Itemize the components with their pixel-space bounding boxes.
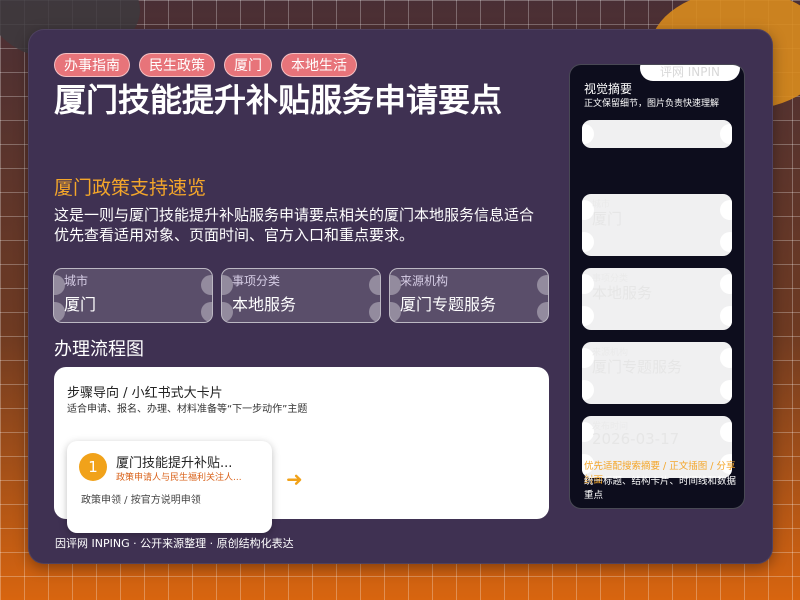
panel-box-value: 本地服务 bbox=[592, 284, 653, 302]
decor-dot bbox=[369, 275, 380, 295]
decor-dot bbox=[582, 380, 594, 400]
panel-box-value: 2026-03-17 bbox=[592, 430, 680, 448]
tag-policy[interactable]: 民生政策 bbox=[139, 53, 215, 77]
info-box-label: 事项分类 bbox=[232, 274, 281, 288]
decor-dot bbox=[582, 306, 594, 326]
page-description: 这是一则与厦门技能提升补贴服务申请要点相关的厦门本地服务信息适合优先查看适用对象… bbox=[54, 206, 535, 244]
panel-box-category: 事项分类 本地服务 bbox=[582, 268, 732, 330]
info-box-row: 城市 厦门 事项分类 本地服务 来源机构 厦门专题服务 bbox=[53, 268, 549, 323]
decor-dot bbox=[720, 422, 732, 442]
decor-dot bbox=[201, 302, 212, 322]
step-meta: 政策申领 / 按官方说明申领 bbox=[81, 495, 201, 506]
panel-footer-text: 统一标题、结构卡片、时间线和数据重点 bbox=[584, 476, 737, 501]
flow-card: 步骤导向 / 小红书式大卡片 适合申请、报名、办理、材料准备等“下一步动作”主题… bbox=[54, 367, 549, 533]
decor-dot bbox=[369, 302, 380, 322]
tag-list: 办事指南 民生政策 厦门 本地生活 bbox=[54, 53, 357, 77]
panel-box-city: 城市 厦门 bbox=[582, 194, 732, 256]
panel-box-value: 厦门专题服务 bbox=[592, 358, 683, 376]
panel-box-blank bbox=[582, 120, 732, 148]
flow-section-title: 办理流程图 bbox=[54, 339, 144, 360]
decor-dot bbox=[582, 124, 594, 144]
info-box-label: 来源机构 bbox=[400, 274, 449, 288]
info-box-value: 厦门 bbox=[64, 295, 97, 314]
page-title: 厦门技能提升补贴服务申请要点 bbox=[54, 81, 503, 119]
footer-credit: 因评网 INPING · 公开来源整理 · 原创结构化表达 bbox=[55, 537, 294, 550]
decor-dot bbox=[720, 380, 732, 400]
decor-dot bbox=[720, 348, 732, 368]
page-subtitle: 厦门政策支持速览 bbox=[54, 177, 207, 199]
decor-dot bbox=[720, 274, 732, 294]
info-box-value: 厦门专题服务 bbox=[400, 295, 497, 314]
info-box-source: 来源机构 厦门专题服务 bbox=[389, 268, 549, 323]
decor-dot bbox=[720, 200, 732, 220]
tag-city[interactable]: 厦门 bbox=[224, 53, 272, 77]
step-number-badge: 1 bbox=[79, 453, 107, 481]
step-subtitle: 政策申请人与民生福利关注人... bbox=[116, 473, 242, 483]
flow-heading: 步骤导向 / 小红书式大卡片 bbox=[67, 386, 223, 401]
panel-subtitle: 正文保留细节，图片负责快速理解 bbox=[584, 99, 720, 109]
info-box-city: 城市 厦门 bbox=[53, 268, 213, 323]
decor-dot bbox=[537, 275, 548, 295]
tag-guide[interactable]: 办事指南 bbox=[54, 53, 130, 77]
arrow-right-icon: ➜ bbox=[286, 467, 303, 491]
decor-dot bbox=[537, 302, 548, 322]
info-box-value: 本地服务 bbox=[232, 295, 297, 314]
brand-badge: 评网 INPIN bbox=[640, 65, 740, 81]
info-box-category: 事项分类 本地服务 bbox=[221, 268, 381, 323]
main-card: 办事指南 民生政策 厦门 本地生活 厦门技能提升补贴服务申请要点 厦门政策支持速… bbox=[28, 29, 773, 564]
flow-subheading: 适合申请、报名、办理、材料准备等“下一步动作”主题 bbox=[67, 404, 308, 415]
decor-dot bbox=[582, 232, 594, 252]
tag-local-life[interactable]: 本地生活 bbox=[281, 53, 357, 77]
panel-box-source: 来源机构 厦门专题服务 bbox=[582, 342, 732, 404]
decor-dot bbox=[201, 275, 212, 295]
decor-dot bbox=[720, 232, 732, 252]
flow-step-card[interactable]: 1 厦门技能提升补贴... 政策申请人与民生福利关注人... 政策申领 / 按官… bbox=[67, 441, 272, 533]
panel-title: 视觉摘要 bbox=[584, 82, 633, 96]
panel-box-value: 厦门 bbox=[592, 210, 623, 228]
info-box-label: 城市 bbox=[64, 274, 89, 288]
decor-dot bbox=[720, 124, 732, 144]
decor-dot bbox=[720, 306, 732, 326]
visual-summary-panel: 评网 INPIN 视觉摘要 正文保留细节，图片负责快速理解 城市 厦门 事项分类… bbox=[569, 64, 745, 509]
step-title: 厦门技能提升补贴... bbox=[116, 456, 233, 471]
